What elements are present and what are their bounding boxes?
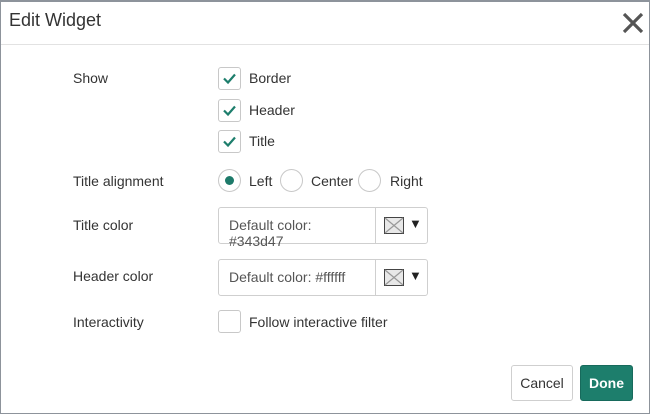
border-checkbox[interactable] [218, 67, 241, 90]
interactivity-label: Interactivity [73, 314, 144, 330]
header-color-input[interactable]: Default color: #ffffff [218, 259, 376, 296]
follow-filter-checkbox[interactable] [218, 310, 241, 333]
dropdown-arrow-icon: ▼ [409, 216, 422, 231]
title-label: Title [249, 133, 275, 149]
header-label: Header [249, 102, 295, 118]
title-color-input[interactable]: Default color: #343d47 [218, 207, 376, 249]
align-left-label: Left [249, 173, 273, 189]
align-center-radio[interactable] [280, 169, 303, 192]
dropdown-arrow-icon: ▼ [409, 268, 422, 283]
dialog-title: Edit Widget [9, 10, 102, 30]
header-checkbox[interactable] [218, 99, 241, 122]
align-center-label: Center [311, 173, 354, 189]
align-right-radio[interactable] [358, 169, 381, 192]
title-checkbox[interactable] [218, 130, 241, 153]
show-label: Show [73, 70, 109, 86]
cancel-button[interactable]: Cancel [511, 365, 573, 401]
header-color-label: Header color [73, 268, 154, 284]
no-color-swatch-icon [384, 269, 404, 286]
follow-filter-label: Follow interactive filter [249, 314, 388, 330]
check-icon [223, 136, 236, 148]
no-color-swatch-icon [384, 217, 404, 234]
dialog-header: Edit Widget [1, 2, 649, 45]
check-icon [223, 73, 236, 85]
edit-widget-dialog: Edit Widget Show Border Header Title Tit… [0, 0, 650, 414]
check-icon [223, 105, 236, 117]
title-color-label: Title color [73, 217, 134, 233]
header-color-picker-button[interactable]: ▼ [375, 259, 428, 296]
title-color-picker-button[interactable]: ▼ [375, 207, 428, 244]
border-label: Border [249, 70, 292, 86]
done-button[interactable]: Done [580, 365, 633, 401]
radio-selected-dot [225, 176, 234, 185]
close-icon[interactable] [621, 11, 645, 35]
title-alignment-label: Title alignment [73, 173, 164, 189]
align-right-label: Right [390, 173, 423, 189]
align-left-radio[interactable] [218, 169, 241, 192]
